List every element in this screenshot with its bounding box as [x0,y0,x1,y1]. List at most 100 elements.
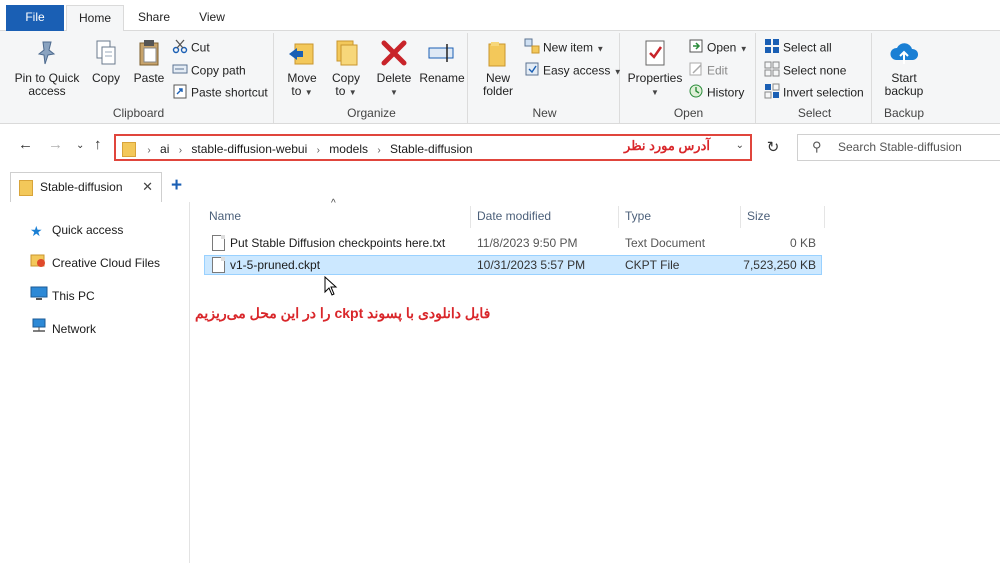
explorer-tab-stable-diffusion[interactable]: Stable-diffusion ✕ [10,172,162,202]
sort-ascending-icon: ^ [331,198,336,209]
recent-locations-chevron-icon[interactable]: ⌄ [76,140,84,151]
pin-quick-access-button[interactable]: Pin to Quick access [10,36,84,98]
address-dropdown-icon[interactable]: ⌄ [736,140,744,151]
invert-selection-icon [764,83,780,104]
cut-button[interactable]: Cut [172,38,210,58]
forward-arrow-icon[interactable]: → [48,136,63,153]
paste-shortcut-button[interactable]: Paste shortcut [172,83,268,103]
refresh-icon[interactable]: ↻ [760,134,786,161]
easy-access-button[interactable]: Easy access ▼ [524,61,622,81]
back-arrow-icon[interactable]: ← [18,136,33,153]
paste-shortcut-label: Paste shortcut [191,85,268,100]
history-button[interactable]: History [688,83,744,103]
pin-label-2: access [28,84,66,98]
tab-home[interactable]: Home [66,5,124,32]
navigation-pane: ★ Quick access Creative Cloud Files This … [0,202,190,563]
nav-creative-cloud-label: Creative Cloud Files [52,256,161,270]
column-header-date[interactable]: Date modified [477,202,551,230]
breadcrumb-ai[interactable]: ai [160,142,169,156]
delete-label: Delete [376,71,412,85]
column-header-name[interactable]: Name [209,202,241,230]
new-item-label: New item [543,40,594,55]
file-size: 0 KB [789,236,816,250]
paste-button[interactable]: Paste [128,36,170,85]
nav-this-pc[interactable]: This PC [30,285,95,307]
nav-network[interactable]: Network [30,318,96,340]
copy-button[interactable]: Copy [86,36,126,85]
select-all-button[interactable]: Select all [764,38,832,58]
address-bar[interactable]: › ai › stable-diffusion-webui › models ›… [114,134,752,161]
copy-path-button[interactable]: Copy path [172,61,246,81]
search-box[interactable]: ⚲ Search Stable-diffusion [797,134,1000,161]
properties-icon [645,40,665,66]
address-annotation: آدرس مورد نظر [624,138,710,153]
new-tab-plus-icon[interactable]: + [171,175,182,197]
move-to-button[interactable]: Move to ▼ [282,36,322,99]
tab-file[interactable]: File [6,5,64,31]
ribbon-tab-strip: File Home Share View [0,0,1000,32]
new-item-button[interactable]: New item ▼ [524,38,604,58]
search-placeholder: Search Stable-diffusion [838,140,962,154]
copy-label: Copy [91,71,120,85]
open-button[interactable]: Open ▼ [688,38,748,58]
edit-label: Edit [707,63,728,78]
properties-button[interactable]: Properties ▼ [626,36,684,99]
invert-selection-button[interactable]: Invert selection [764,83,864,103]
paste-icon [139,40,159,66]
group-new: New folder New item ▼ Easy access ▼ New [470,33,622,123]
nav-this-pc-label: This PC [52,289,95,303]
column-divider[interactable] [824,206,825,228]
select-none-icon [764,61,780,82]
chevron-down-icon: ▼ [596,44,605,54]
chevron-down-icon: ▼ [390,88,398,97]
breadcrumb-stable-diffusion[interactable]: Stable-diffusion [390,142,473,156]
column-header-size[interactable]: Size [747,202,770,230]
file-type: Text Document [625,236,706,250]
breadcrumb-stable-diffusion-webui[interactable]: stable-diffusion-webui [191,142,307,156]
group-label-organize: Organize [347,106,396,120]
new-folder-icon [488,42,506,67]
group-label-backup: Backup [883,106,925,120]
chevron-right-icon: › [316,145,320,156]
file-type: CKPT File [625,258,680,272]
column-divider[interactable] [740,206,741,228]
select-none-label: Select none [783,63,847,78]
delete-button[interactable]: Delete ▼ [372,36,416,99]
file-row[interactable]: Put Stable Diffusion checkpoints here.tx… [204,233,822,253]
nav-creative-cloud[interactable]: Creative Cloud Files [30,252,160,274]
edit-button[interactable]: Edit [688,61,728,81]
column-divider[interactable] [618,206,619,228]
history-icon [688,83,704,104]
easy-access-icon [524,61,540,82]
explorer-tab-row: Stable-diffusion ✕ + [0,168,1000,202]
tab-share[interactable]: Share [126,5,182,31]
column-divider[interactable] [470,206,471,228]
new-folder-button[interactable]: New folder [476,36,520,98]
computer-icon [30,285,48,308]
file-row-selected[interactable]: v1-5-pruned.ckpt 10/31/2023 5:57 PM CKPT… [204,255,822,275]
group-label-open: Open [673,106,704,120]
rename-button[interactable]: Rename [418,36,466,85]
column-header-type[interactable]: Type [625,202,651,230]
network-icon [30,318,48,341]
paste-shortcut-icon [172,83,188,104]
tab-view[interactable]: View [186,5,238,31]
paste-label: Paste [133,71,165,85]
file-name: Put Stable Diffusion checkpoints here.tx… [230,236,446,250]
nav-network-label: Network [52,322,97,336]
start-backup-button[interactable]: Start backup [878,36,930,98]
up-arrow-icon[interactable]: ↑ [94,136,102,153]
pin-icon [37,41,56,65]
nav-quick-access[interactable]: ★ Quick access [30,219,123,241]
cloud-upload-icon [890,43,919,64]
cut-label: Cut [191,40,210,55]
breadcrumb-models[interactable]: models [329,142,368,156]
copy-path-icon [172,61,188,82]
copy-to-button[interactable]: Copy to ▼ [326,36,366,99]
select-none-button[interactable]: Select none [764,61,846,81]
new-folder-label-2: folder [482,84,514,98]
group-select: Select all Select none Invert selection … [758,33,872,123]
group-label-clipboard: Clipboard [112,106,165,120]
close-icon[interactable]: ✕ [142,179,153,195]
group-open: Properties ▼ Open ▼ Edit History Open [622,33,756,123]
